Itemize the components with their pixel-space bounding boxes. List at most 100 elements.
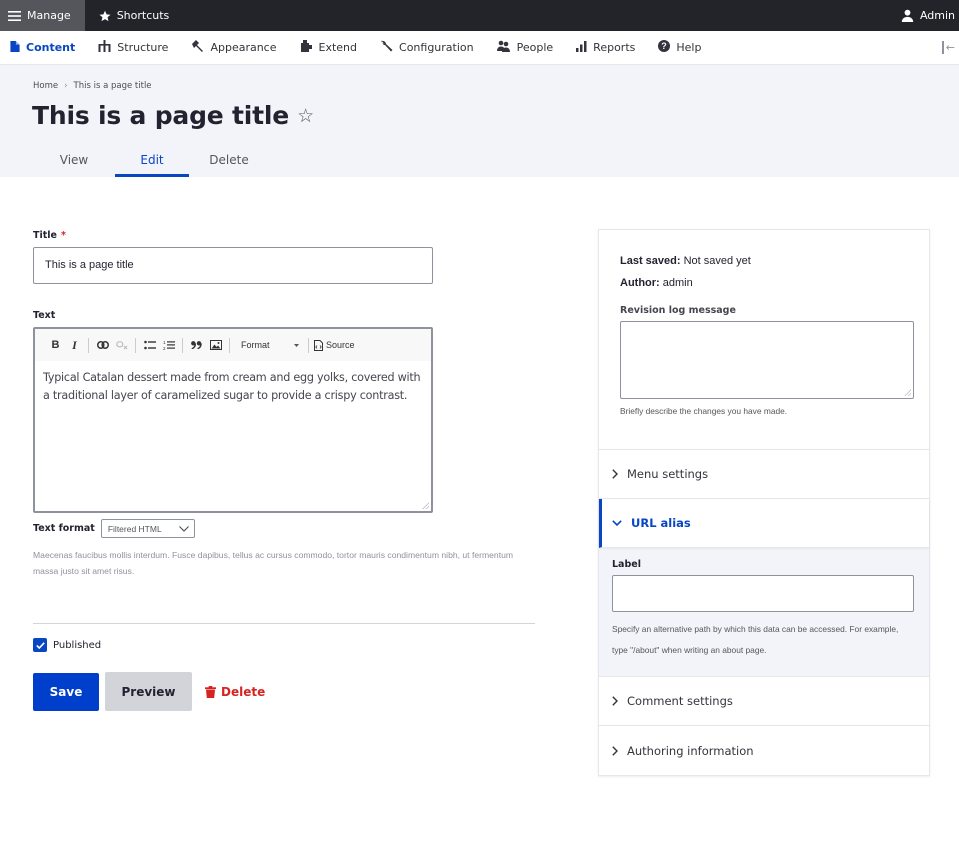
nav-label: Appearance — [210, 41, 277, 54]
nav-label: Extend — [318, 41, 358, 54]
shortcuts-button[interactable]: Shortcuts — [85, 0, 183, 31]
reports-icon — [576, 40, 587, 55]
blockquote-button[interactable] — [188, 336, 205, 354]
text-format-help: Maecenas faucibus mollis interdum. Fusce… — [33, 550, 514, 576]
source-icon — [314, 339, 323, 351]
url-alias-help: Specify an alternative path by which thi… — [612, 624, 899, 655]
manage-button[interactable]: Manage — [0, 0, 85, 31]
nav-label: Configuration — [399, 41, 474, 54]
nav-label: Help — [676, 41, 702, 54]
content-icon — [10, 40, 20, 55]
italic-button[interactable]: I — [66, 336, 83, 354]
url-alias-input[interactable] — [612, 575, 914, 612]
meta-summary: Last saved: Not saved yet Author: admin … — [599, 230, 929, 450]
preview-button[interactable]: Preview — [105, 672, 192, 711]
admin-toolbar: Manage Shortcuts Admin — [0, 0, 959, 31]
nav-item-help[interactable]: ? Help — [658, 40, 701, 55]
trash-icon — [205, 685, 216, 698]
published-checkbox[interactable] — [33, 638, 47, 652]
accordion-label: Comment settings — [627, 694, 733, 708]
page-header: Home › This is a page title This is a pa… — [0, 65, 959, 177]
numbered-list-button[interactable]: 12 — [160, 336, 177, 354]
url-alias-panel: Label Specify an alternative path by whi… — [599, 548, 929, 677]
nav-label: Content — [26, 41, 76, 54]
format-label: Format — [241, 340, 270, 350]
resize-handle[interactable] — [904, 389, 911, 396]
bold-button[interactable]: B — [47, 336, 64, 354]
save-button[interactable]: Save — [33, 672, 99, 711]
user-label: Admin — [919, 9, 955, 22]
nav-item-reports[interactable]: Reports — [576, 40, 635, 55]
tab-edit[interactable]: Edit — [115, 149, 189, 177]
arrow-left-icon: ← — [945, 41, 955, 54]
author-label: Author: — [620, 277, 660, 289]
toolbar-separator — [88, 337, 89, 353]
nav-item-configuration[interactable]: Configuration — [380, 40, 474, 55]
text-format-select[interactable]: Filtered HTML — [100, 519, 195, 538]
title-input[interactable]: This is a page title — [33, 247, 433, 284]
breadcrumb-current: This is a page title — [73, 81, 152, 91]
svg-text:1: 1 — [163, 340, 166, 345]
bulleted-list-icon — [143, 340, 156, 350]
image-icon — [209, 340, 222, 350]
resize-handle[interactable] — [422, 502, 429, 509]
breadcrumb-home-link[interactable]: Home — [33, 81, 58, 91]
svg-text:2: 2 — [163, 346, 166, 350]
author-value: admin — [662, 277, 693, 289]
link-button[interactable] — [94, 336, 111, 354]
accordion-menu-settings[interactable]: Menu settings — [599, 450, 929, 499]
structure-icon — [98, 40, 111, 55]
appearance-icon — [191, 40, 204, 55]
revision-log-textarea[interactable] — [620, 321, 914, 399]
configuration-icon — [380, 40, 393, 55]
delete-label: Delete — [221, 684, 266, 699]
text-format-value: Filtered HTML — [107, 523, 162, 534]
unlink-button[interactable] — [113, 336, 130, 354]
delete-link[interactable]: Delete — [205, 685, 265, 699]
nav-item-structure[interactable]: Structure — [98, 40, 168, 55]
accordion-label: Menu settings — [627, 467, 709, 481]
collapse-bar-icon — [941, 41, 944, 54]
user-menu-button[interactable]: Admin — [901, 0, 955, 31]
format-dropdown[interactable]: Format — [235, 336, 303, 354]
editor-toolbar: B I 12 Format Source — [35, 329, 431, 361]
star-icon — [99, 10, 111, 22]
image-button[interactable] — [207, 336, 224, 354]
svg-text:?: ? — [662, 41, 668, 51]
rich-text-editor: B I 12 Format Source Typical Catalan des… — [33, 327, 433, 513]
accordion-comment-settings[interactable]: Comment settings — [599, 677, 929, 726]
toolbar-separator — [229, 337, 230, 353]
url-alias-label: Label — [612, 559, 641, 570]
accordion-label: URL alias — [631, 516, 691, 530]
help-icon: ? — [658, 40, 671, 55]
blockquote-icon — [191, 341, 202, 349]
tab-delete[interactable]: Delete — [189, 149, 269, 177]
meta-sidebar: Last saved: Not saved yet Author: admin … — [598, 229, 930, 776]
source-button[interactable]: Source — [314, 336, 355, 354]
admin-menu-tray: Content Structure Appearance Extend Conf… — [0, 31, 959, 65]
text-label: Text — [33, 310, 56, 321]
toolbar-separator — [135, 337, 136, 353]
nav-label: Structure — [117, 41, 169, 54]
tab-view[interactable]: View — [40, 149, 108, 177]
divider — [33, 623, 535, 624]
accordion-url-alias[interactable]: URL alias — [599, 499, 929, 548]
numbered-list-icon: 12 — [163, 340, 175, 350]
page-title: This is a page title ☆ — [32, 101, 314, 130]
last-saved-value: Not saved yet — [683, 255, 751, 267]
nav-item-extend[interactable]: Extend — [300, 40, 358, 55]
accordion-authoring-information[interactable]: Authoring information — [599, 726, 929, 775]
nav-item-content[interactable]: Content — [10, 40, 76, 55]
last-saved: Last saved: Not saved yet — [620, 255, 916, 267]
editor-content[interactable]: Typical Catalan dessert made from cream … — [35, 361, 431, 412]
nav-item-appearance[interactable]: Appearance — [191, 40, 277, 55]
bulleted-list-button[interactable] — [141, 336, 158, 354]
chevron-right-icon — [612, 696, 618, 706]
unlink-icon — [115, 340, 127, 349]
published-row: Published — [33, 638, 535, 652]
nav-item-people[interactable]: People — [496, 40, 553, 55]
collapse-tray-button[interactable]: ← — [941, 41, 955, 54]
form-actions: Save Preview Delete — [33, 672, 535, 711]
source-label: Source — [326, 340, 355, 350]
star-outline-icon[interactable]: ☆ — [297, 105, 314, 127]
